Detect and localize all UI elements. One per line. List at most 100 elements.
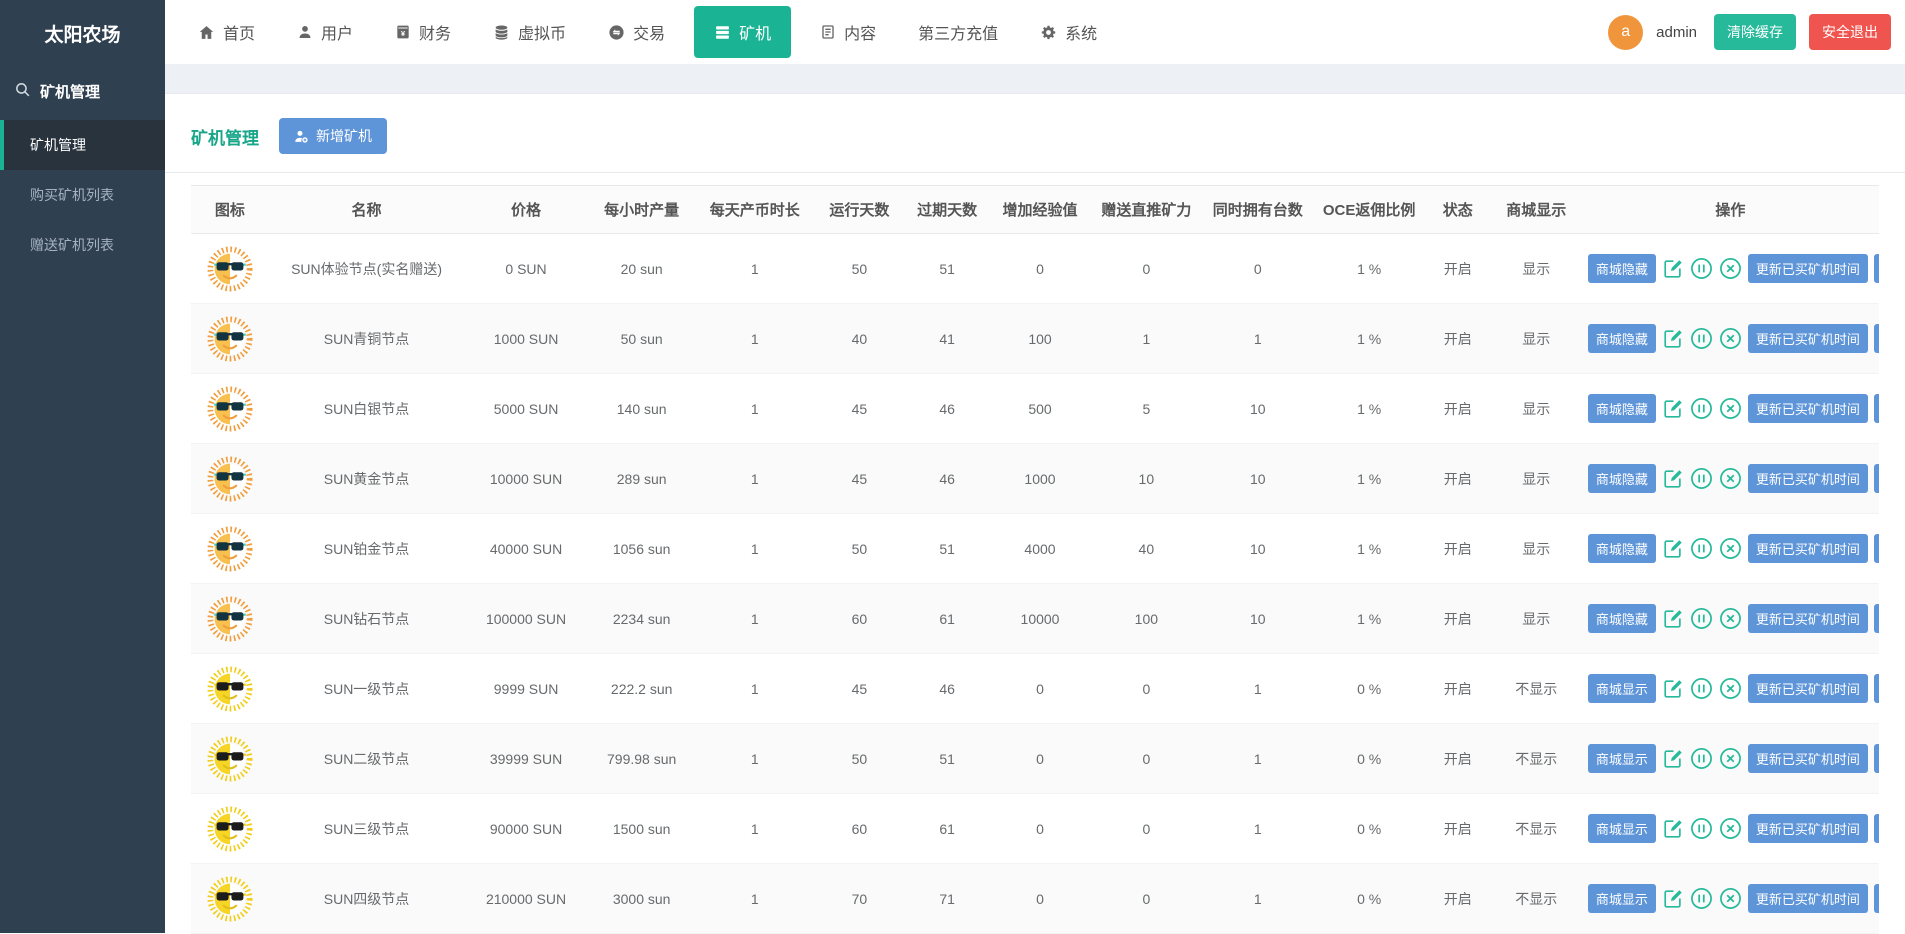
column-header-2: 价格	[464, 185, 588, 234]
miner-table: 图标 名称 价格 每小时产量 每天产币时长 运行天数 过期天数 增加经验值 赠送直推矿力 同时拥有…	[191, 185, 1879, 934]
gift-miner-button[interactable]: 赠送矿机	[1873, 534, 1879, 563]
close-icon[interactable]	[1719, 397, 1742, 420]
edit-icon[interactable]	[1662, 678, 1684, 700]
update-time-button[interactable]: 更新已买矿机时间	[1747, 814, 1868, 843]
nav-item-server[interactable]: 矿机	[694, 6, 792, 58]
cell-expire_days: 61	[904, 793, 990, 864]
mall-toggle-button[interactable]: 商城隐藏	[1587, 604, 1656, 633]
mall-toggle-button[interactable]: 商城显示	[1587, 884, 1656, 913]
cell-run_days: 50	[813, 233, 905, 304]
close-icon[interactable]	[1719, 607, 1742, 630]
gift-miner-button[interactable]: 赠送矿机	[1873, 884, 1879, 913]
close-icon[interactable]	[1719, 537, 1742, 560]
gift-miner-button[interactable]: 赠送矿机	[1873, 604, 1879, 633]
pause-icon[interactable]	[1690, 887, 1713, 910]
nav-items: 首页 用户 ¥ 财务 虚拟币 交易 矿机 内容 第三方充值 系统	[177, 0, 1118, 64]
gift-miner-button[interactable]: 赠送矿机	[1873, 674, 1879, 703]
close-icon[interactable]	[1719, 817, 1742, 840]
cell-oce_rate: 1 %	[1313, 443, 1425, 514]
edit-icon[interactable]	[1662, 748, 1684, 770]
nav-item-gear[interactable]: 系统	[1019, 0, 1118, 64]
sidebar-item-2[interactable]: 赠送矿机列表	[0, 220, 165, 270]
pause-icon[interactable]	[1690, 397, 1713, 420]
miner-table-wrap: 图标 名称 价格 每小时产量 每天产币时长 运行天数 过期天数 增加经验值 赠送直推矿力 同时拥有…	[165, 173, 1905, 934]
cell-status: 开启	[1424, 443, 1491, 514]
gift-miner-button[interactable]: 赠送矿机	[1873, 744, 1879, 773]
close-icon[interactable]	[1719, 677, 1742, 700]
mall-toggle-button[interactable]: 商城隐藏	[1587, 254, 1656, 283]
pause-icon[interactable]	[1690, 607, 1713, 630]
close-icon[interactable]	[1719, 467, 1742, 490]
mall-toggle-button[interactable]: 商城显示	[1587, 814, 1656, 843]
table-header-row: 图标 名称 价格 每小时产量 每天产币时长 运行天数 过期天数 增加经验值 赠送直推矿力 同时拥有…	[191, 185, 1879, 234]
close-icon[interactable]	[1719, 327, 1742, 350]
gift-miner-button[interactable]: 赠送矿机	[1873, 814, 1879, 843]
logout-button[interactable]: 安全退出	[1809, 14, 1891, 50]
update-time-button[interactable]: 更新已买矿机时间	[1747, 604, 1868, 633]
clear-cache-button[interactable]: 清除缓存	[1714, 14, 1796, 50]
gift-miner-button[interactable]: 赠送矿机	[1873, 464, 1879, 493]
sidebar-item-0[interactable]: 矿机管理	[0, 120, 165, 170]
cell-name: SUN体验节点(实名赠送)	[268, 233, 465, 304]
update-time-button[interactable]: 更新已买矿机时间	[1747, 534, 1868, 563]
update-time-button[interactable]: 更新已买矿机时间	[1747, 324, 1868, 353]
cell-oce_rate: 0 %	[1313, 793, 1425, 864]
cell-hourly_output: 20 sun	[587, 233, 696, 304]
edit-icon[interactable]	[1662, 398, 1684, 420]
nav-item-home[interactable]: 首页	[177, 0, 276, 64]
gift-miner-button[interactable]: 赠送矿机	[1873, 394, 1879, 423]
pause-icon[interactable]	[1690, 327, 1713, 350]
sidebar-section-header[interactable]: 矿机管理	[0, 71, 165, 120]
gift-miner-button[interactable]: 赠送矿机	[1873, 254, 1879, 283]
mall-toggle-button[interactable]: 商城显示	[1587, 744, 1656, 773]
mall-toggle-button[interactable]: 商城隐藏	[1587, 464, 1656, 493]
nav-item-coins[interactable]: 虚拟币	[472, 0, 587, 64]
close-icon[interactable]	[1719, 887, 1742, 910]
pause-icon[interactable]	[1690, 817, 1713, 840]
avatar[interactable]: a	[1608, 14, 1644, 50]
edit-icon[interactable]	[1662, 258, 1684, 280]
cell-expire_days: 51	[904, 723, 990, 794]
sidebar-item-1[interactable]: 购买矿机列表	[0, 170, 165, 220]
pause-icon[interactable]	[1690, 537, 1713, 560]
cell-daily_hours: 1	[695, 793, 814, 864]
pause-icon[interactable]	[1690, 747, 1713, 770]
edit-icon[interactable]	[1662, 888, 1684, 910]
sun-miner-icon	[194, 665, 266, 712]
cell-daily_hours: 1	[695, 723, 814, 794]
mall-toggle-button[interactable]: 商城隐藏	[1587, 324, 1656, 353]
mall-toggle-button[interactable]: 商城隐藏	[1587, 394, 1656, 423]
close-icon[interactable]	[1719, 257, 1742, 280]
edit-icon[interactable]	[1662, 818, 1684, 840]
gift-miner-button[interactable]: 赠送矿机	[1873, 324, 1879, 353]
mall-toggle-button[interactable]: 商城显示	[1587, 674, 1656, 703]
username[interactable]: admin	[1656, 24, 1697, 41]
edit-icon[interactable]	[1662, 608, 1684, 630]
sidebar-menu: 矿机管理 购买矿机列表 赠送矿机列表	[0, 120, 165, 270]
update-time-button[interactable]: 更新已买矿机时间	[1747, 744, 1868, 773]
nav-item-trade[interactable]: 交易	[587, 0, 686, 64]
update-time-button[interactable]: 更新已买矿机时间	[1747, 394, 1868, 423]
update-time-button[interactable]: 更新已买矿机时间	[1747, 884, 1868, 913]
nav-item-recharge[interactable]: 第三方充值	[897, 0, 1019, 64]
close-icon[interactable]	[1719, 747, 1742, 770]
cell-status: 开启	[1424, 303, 1491, 374]
cell-price: 5000 SUN	[464, 373, 588, 444]
pause-icon[interactable]	[1690, 257, 1713, 280]
nav-item-document[interactable]: 内容	[799, 0, 897, 64]
edit-icon[interactable]	[1662, 328, 1684, 350]
mall-toggle-button[interactable]: 商城隐藏	[1587, 534, 1656, 563]
update-time-button[interactable]: 更新已买矿机时间	[1747, 674, 1868, 703]
cell-hourly_output: 3000 sun	[587, 863, 696, 934]
nav-item-user[interactable]: 用户	[276, 0, 374, 64]
edit-icon[interactable]	[1662, 468, 1684, 490]
pause-icon[interactable]	[1690, 467, 1713, 490]
update-time-button[interactable]: 更新已买矿机时间	[1747, 254, 1868, 283]
nav-item-finance[interactable]: ¥ 财务	[374, 0, 472, 64]
update-time-button[interactable]: 更新已买矿机时间	[1747, 464, 1868, 493]
table-body: SUN体验节点(实名赠送) 0 SUN 20 sun 1 50 51 0 0 0 1 % 开启 显示商…	[191, 233, 1879, 934]
add-miner-button[interactable]: 新增矿机	[279, 118, 387, 154]
pause-icon[interactable]	[1690, 677, 1713, 700]
edit-icon[interactable]	[1662, 538, 1684, 560]
sub-header-strip	[165, 64, 1905, 94]
